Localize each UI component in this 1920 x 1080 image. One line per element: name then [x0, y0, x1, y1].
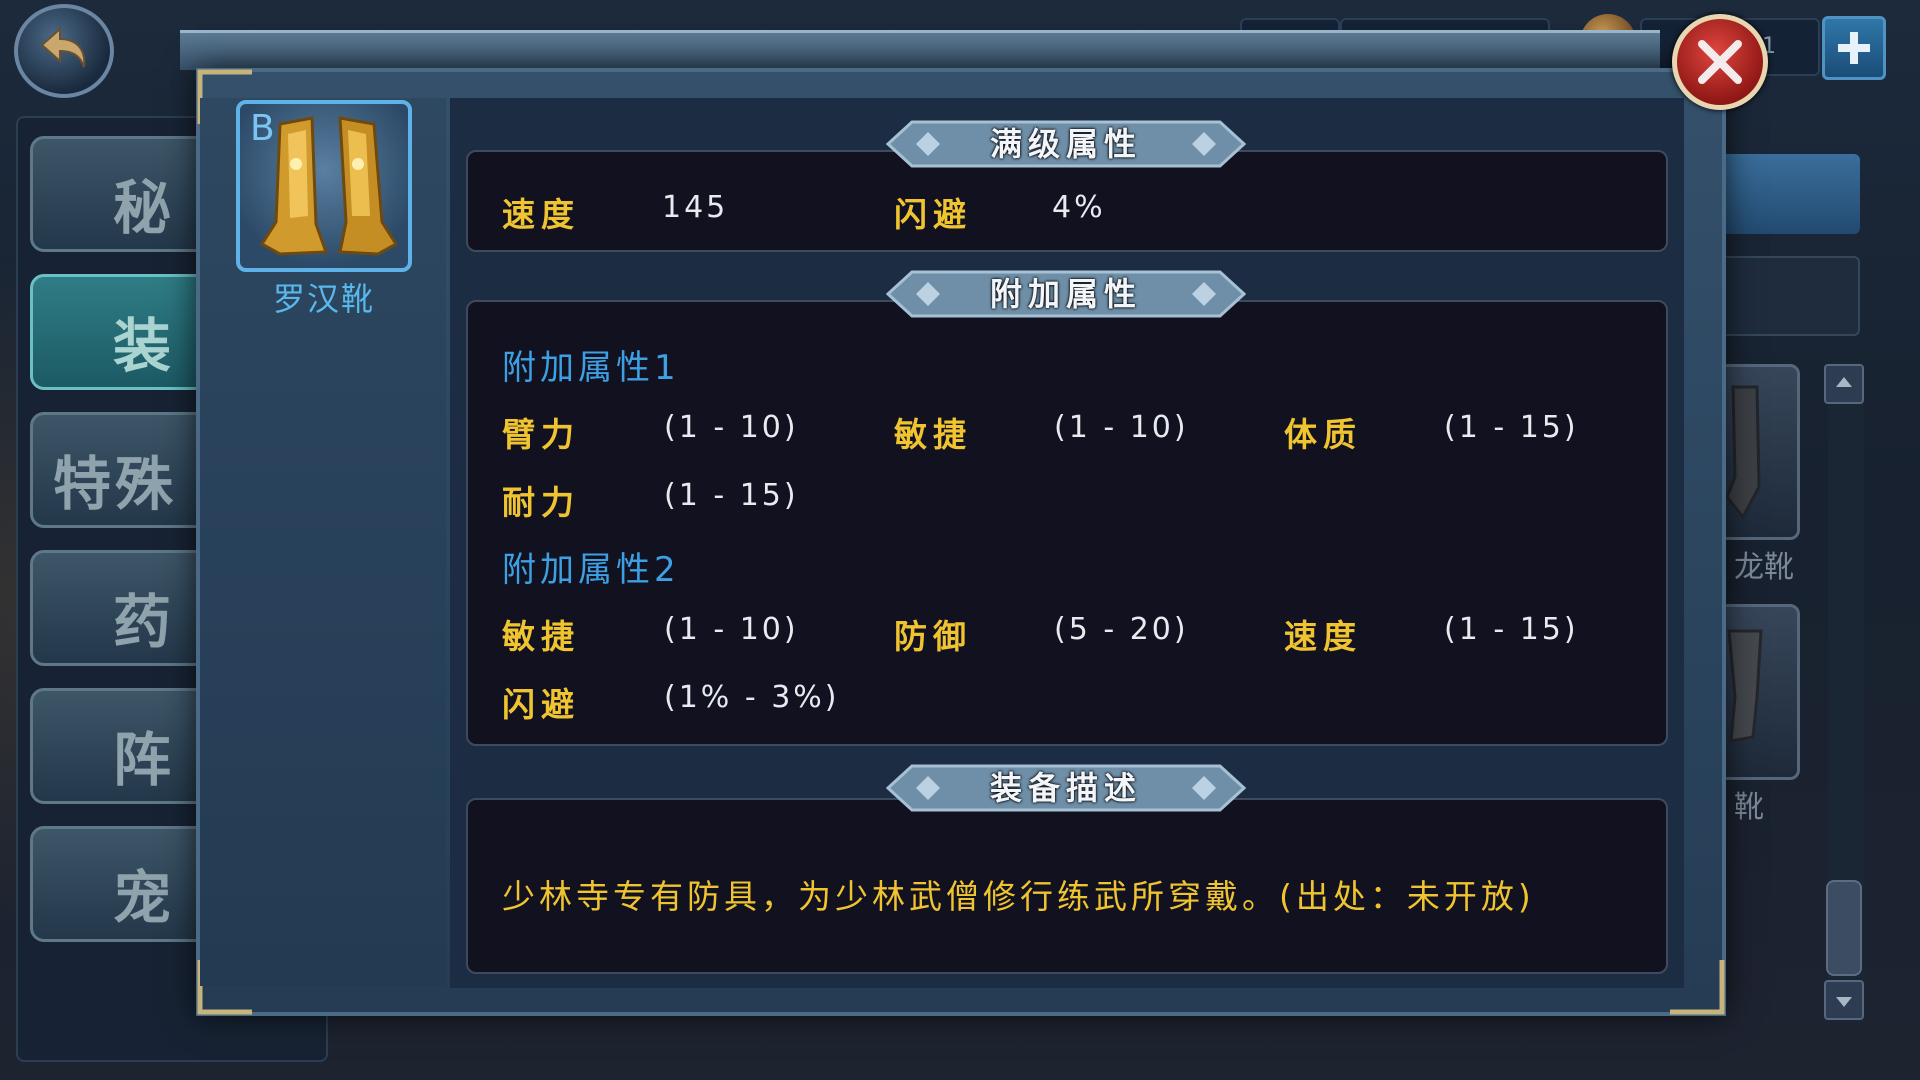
stat-label: 速度 — [1284, 617, 1362, 656]
section-banner-desc: 装备描述 — [886, 758, 1246, 818]
arrow-up-icon — [1836, 377, 1852, 387]
section-banner-max: 满级属性 — [886, 114, 1246, 174]
scroll-thumb[interactable] — [1826, 880, 1862, 976]
stat-value: (1 - 15) — [1444, 410, 1579, 445]
list-item-label: 靴 — [1734, 790, 1764, 825]
grade-badge: B — [250, 108, 275, 149]
stat-label: 速度 — [502, 195, 580, 234]
modal-top-band — [180, 30, 1660, 70]
list-item-label: 龙靴 — [1734, 550, 1794, 585]
stat-value: 145 — [662, 190, 729, 225]
stat-label: 臂力 — [502, 415, 580, 454]
stat-value: (1 - 10) — [664, 410, 799, 445]
stat-value: (1 - 15) — [664, 478, 799, 513]
tab-label: 秘 — [113, 174, 176, 242]
tab-label: 宠 — [113, 864, 176, 932]
scroll-up-button[interactable] — [1824, 364, 1864, 404]
section-title: 附加属性 — [989, 275, 1142, 313]
stat-value: (1 - 10) — [664, 612, 799, 647]
section-banner-extra: 附加属性 — [886, 264, 1246, 324]
item-description: 少林寺专有防具，为少林武僧修行练武所穿戴。(出处：未开放) — [502, 877, 1535, 916]
item-list-panel: 龙靴 靴 — [1700, 118, 1904, 1058]
stat-label: 闪避 — [894, 195, 972, 234]
back-arrow-icon — [40, 26, 86, 68]
arrow-down-icon — [1836, 997, 1852, 1007]
tab-label: 装 — [113, 312, 176, 380]
plus-icon — [1838, 32, 1870, 64]
item-icon: B — [236, 100, 412, 272]
extra-group-title: 附加属性2 — [502, 550, 680, 590]
stat-label: 体质 — [1284, 415, 1362, 454]
add-currency-button[interactable] — [1822, 16, 1886, 80]
stat-label: 敏捷 — [502, 617, 580, 656]
section-title: 装备描述 — [989, 769, 1142, 807]
stat-value: (1% - 3%) — [664, 680, 840, 715]
close-button[interactable] — [1672, 14, 1768, 110]
scroll-down-button[interactable] — [1824, 980, 1864, 1020]
back-button[interactable] — [14, 4, 114, 98]
stat-value: 4% — [1052, 190, 1106, 225]
stat-value: (1 - 10) — [1054, 410, 1189, 445]
tab-label: 阵 — [113, 726, 176, 794]
stat-value: (1 - 15) — [1444, 612, 1579, 647]
stat-label: 敏捷 — [894, 415, 972, 454]
extra-group-title: 附加属性1 — [502, 348, 680, 388]
close-x-icon — [1698, 40, 1742, 84]
stat-label: 防御 — [894, 617, 972, 656]
item-name: 罗汉靴 — [272, 280, 375, 318]
tab-label: 药 — [113, 588, 176, 656]
tab-label: 特殊 — [53, 450, 178, 518]
stat-value: (5 - 20) — [1054, 612, 1189, 647]
stat-label: 闪避 — [502, 685, 580, 724]
section-title: 满级属性 — [989, 125, 1142, 163]
stat-label: 耐力 — [502, 483, 580, 522]
